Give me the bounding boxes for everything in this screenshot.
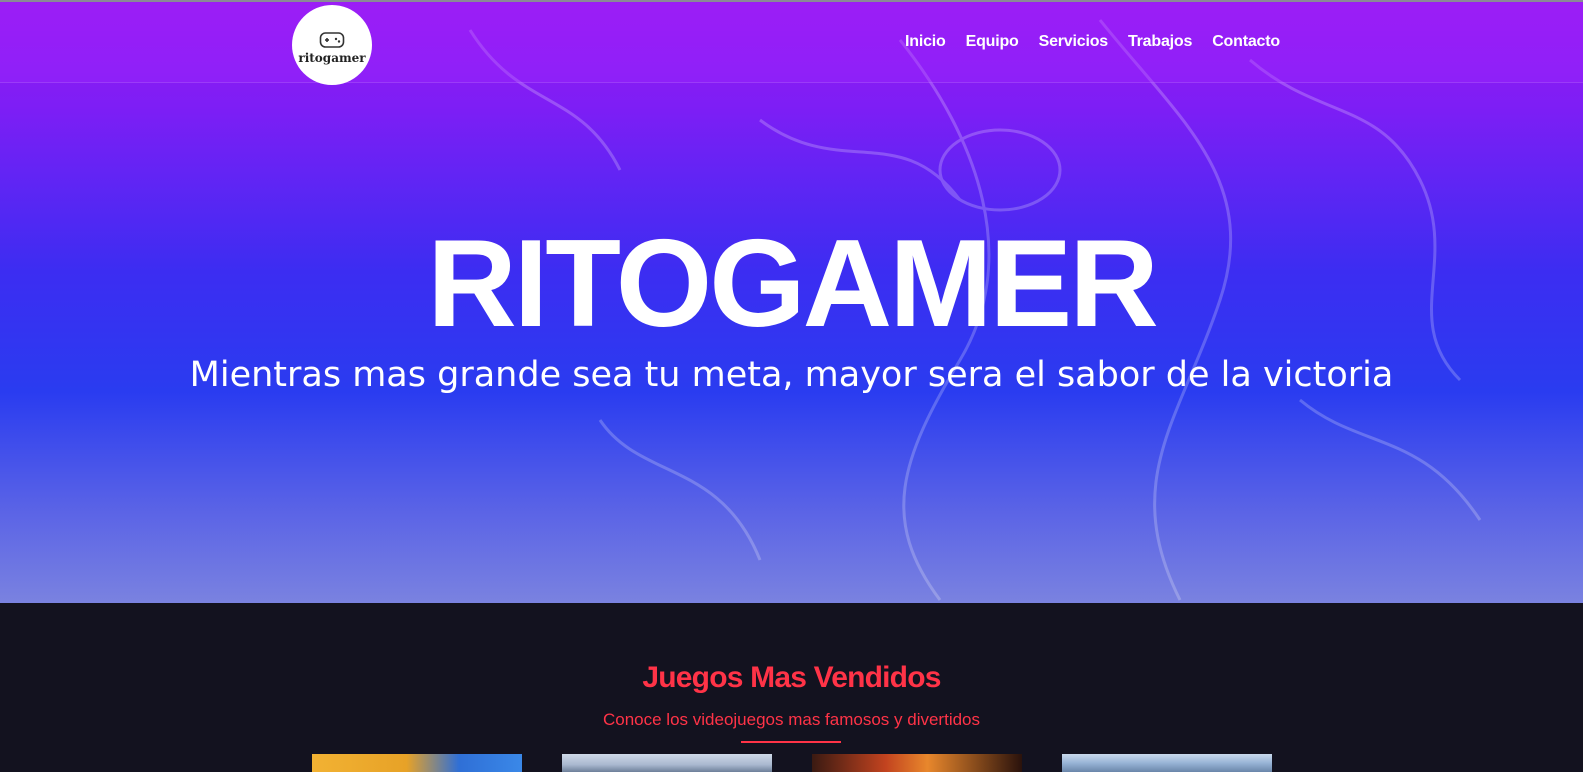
main-nav: Inicio Equipo Servicios Trabajos Contact… [905,33,1300,51]
section-divider [741,741,841,743]
nav-link-trabajos[interactable]: Trabajos [1128,33,1192,51]
nav-link-contacto[interactable]: Contacto [1212,33,1280,51]
hero-subtitle: Mientras mas grande sea tu meta, mayor s… [189,355,1394,395]
game-card-2[interactable] [562,754,772,772]
nav-link-inicio[interactable]: Inicio [905,33,946,51]
nav-link-servicios[interactable]: Servicios [1039,33,1109,51]
navbar: ritogamer Inicio Equipo Servicios Trabaj… [0,2,1583,85]
gamepad-icon [319,32,345,48]
game-card-3[interactable] [812,754,1022,772]
game-card-4[interactable] [1062,754,1272,772]
site-logo[interactable]: ritogamer [292,5,372,85]
logo-text: ritogamer [298,51,366,65]
hero-title: RITOGAMER [427,215,1159,353]
nav-link-equipo[interactable]: Equipo [966,33,1019,51]
game-card-1[interactable] [312,754,522,772]
section-subtitle: Conoce los videojuegos mas famosos y div… [602,710,981,729]
section-title: Juegos Mas Vendidos [642,661,941,694]
